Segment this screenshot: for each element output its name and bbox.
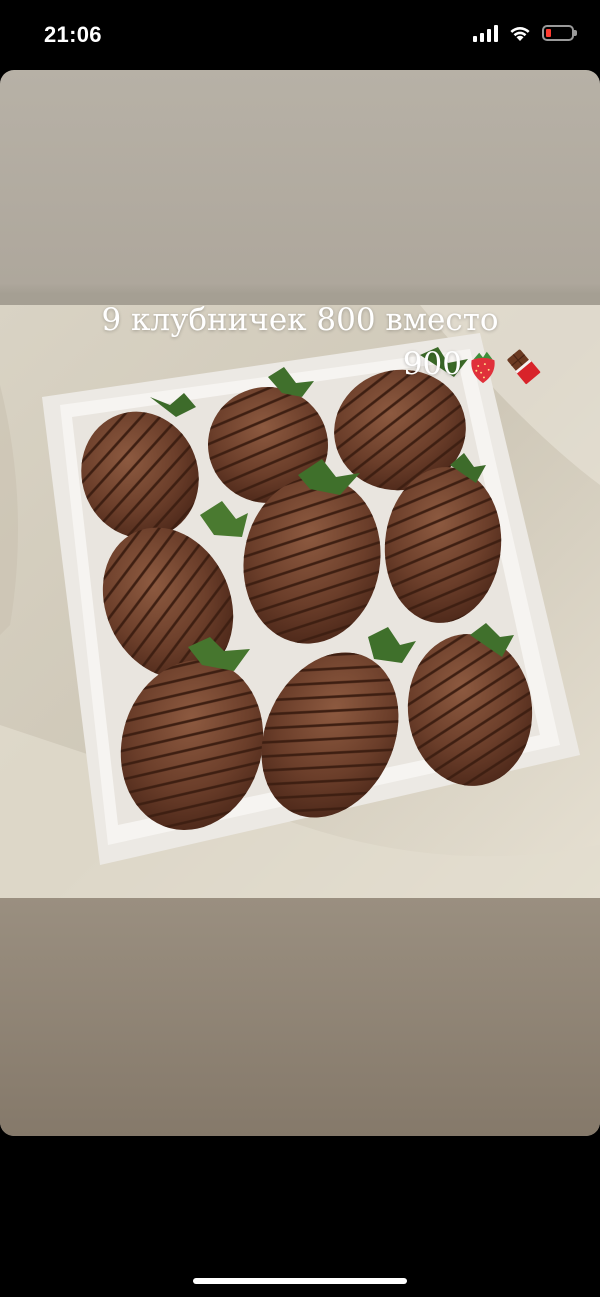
battery-icon [542,25,577,41]
story-bottom-area [0,898,600,1136]
chocolate-bar-emoji-icon [507,349,541,384]
home-indicator[interactable] [193,1278,407,1284]
status-icons [473,24,577,42]
strawberry-emoji-icon [471,351,495,383]
status-bar: 21:06 [0,0,600,70]
story-photo-chocolate-strawberries [0,305,600,898]
wifi-icon [510,27,530,41]
status-time: 21:06 [44,22,102,47]
story-card[interactable]: 9 клубничек 800 вместо 900 [0,70,600,1136]
caption-line-2: 900 [402,346,462,382]
signal-icon [473,24,498,42]
caption-line-1: 9 клубничек 800 вместо [101,302,499,338]
caption-line-2-wrap: 900 [0,342,600,386]
story-caption: 9 клубничек 800 вместо 900 [0,298,600,386]
battery-level [546,29,551,37]
